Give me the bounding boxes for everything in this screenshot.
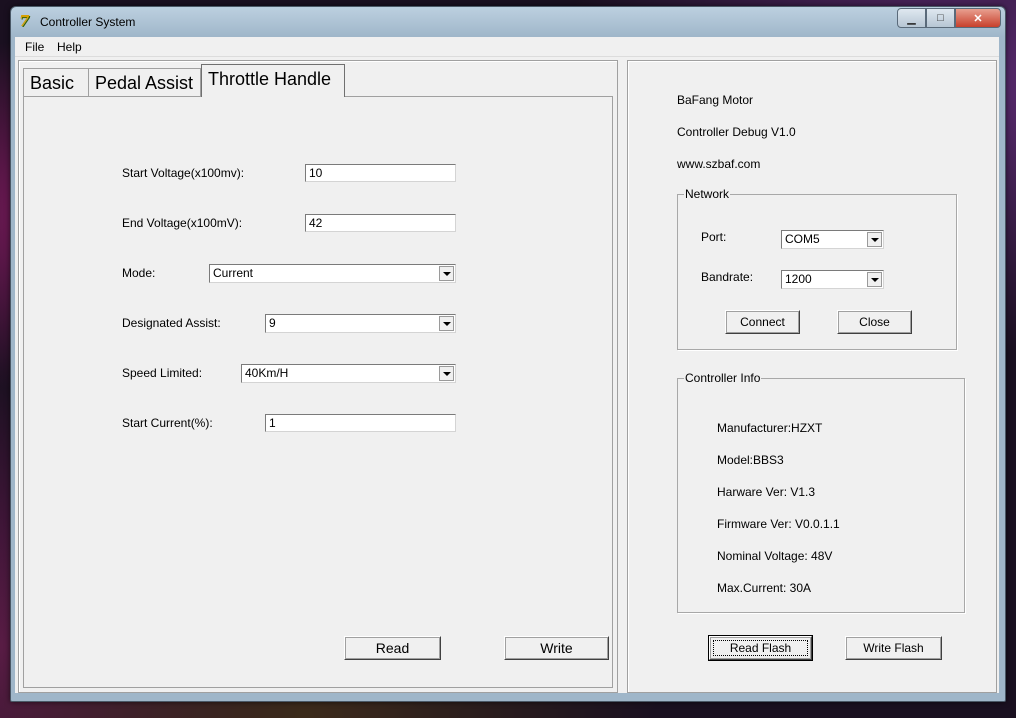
start-voltage-label: Start Voltage(x100mv): bbox=[122, 166, 245, 180]
throttle-handle-page: Start Voltage(x100mv): 10 End Voltage(x1… bbox=[23, 96, 613, 688]
nominal-voltage-text: Nominal Voltage: 48V bbox=[717, 549, 833, 563]
read-button[interactable]: Read bbox=[344, 636, 441, 660]
designated-assist-value: 9 bbox=[269, 316, 276, 330]
mode-select-value: Current bbox=[213, 266, 254, 280]
menu-bar: File Help bbox=[15, 37, 999, 57]
speed-limited-label: Speed Limited: bbox=[122, 366, 203, 380]
window-controls: ▁ □ ✕ bbox=[897, 8, 1001, 28]
chevron-down-icon[interactable] bbox=[439, 316, 454, 331]
title-bar[interactable]: 7 Controller System ▁ □ ✕ bbox=[11, 7, 1005, 37]
port-value: COM5 bbox=[785, 232, 820, 246]
tab-throttle-handle[interactable]: Throttle Handle bbox=[201, 64, 345, 97]
manufacturer-text: Manufacturer:HZXT bbox=[717, 421, 823, 435]
menu-help[interactable]: Help bbox=[57, 40, 82, 54]
start-current-label: Start Current(%): bbox=[122, 416, 213, 430]
write-button[interactable]: Write bbox=[504, 636, 609, 660]
connection-panel: BaFang Motor Controller Debug V1.0 www.s… bbox=[627, 60, 997, 693]
menu-file[interactable]: File bbox=[25, 40, 44, 54]
speed-limited-select[interactable]: 40Km/H bbox=[241, 364, 456, 383]
end-voltage-field[interactable]: 42 bbox=[305, 214, 456, 232]
chevron-down-icon[interactable] bbox=[867, 272, 882, 287]
controller-info-group: Controller Info Manufacturer:HZXT Model:… bbox=[677, 371, 965, 613]
chevron-down-icon[interactable] bbox=[867, 232, 882, 247]
close-icon: ✕ bbox=[973, 12, 983, 25]
close-port-button[interactable]: Close bbox=[837, 310, 912, 334]
company-name: BaFang Motor bbox=[677, 93, 754, 107]
designated-assist-select[interactable]: 9 bbox=[265, 314, 456, 333]
speed-limited-value: 40Km/H bbox=[245, 366, 289, 380]
bandrate-select[interactable]: 1200 bbox=[781, 270, 884, 289]
maximize-icon: □ bbox=[937, 12, 944, 24]
app-version: Controller Debug V1.0 bbox=[677, 125, 796, 139]
bandrate-label: Bandrate: bbox=[701, 270, 754, 284]
hardware-version-text: Harware Ver: V1.3 bbox=[717, 485, 816, 499]
max-current-text: Max.Current: 30A bbox=[717, 581, 812, 595]
tab-pedal-assist[interactable]: Pedal Assist bbox=[88, 68, 201, 96]
controller-info-title: Controller Info bbox=[684, 371, 762, 385]
port-select[interactable]: COM5 bbox=[781, 230, 884, 249]
firmware-version-text: Firmware Ver: V0.0.1.1 bbox=[717, 517, 840, 531]
chevron-down-icon[interactable] bbox=[439, 366, 454, 381]
client-area: Basic Pedal Assist Throttle Handle Start… bbox=[15, 57, 999, 693]
app-window: 7 Controller System ▁ □ ✕ File Help Basi… bbox=[10, 6, 1006, 702]
network-group: Network Port: COM5 Bandrate: 1200 Connec… bbox=[677, 187, 957, 350]
minimize-button[interactable]: ▁ bbox=[897, 8, 926, 28]
network-group-title: Network bbox=[684, 187, 731, 201]
maximize-button[interactable]: □ bbox=[926, 8, 955, 28]
designated-assist-label: Designated Assist: bbox=[122, 316, 221, 330]
mode-label: Mode: bbox=[122, 266, 156, 280]
end-voltage-label: End Voltage(x100mV): bbox=[122, 216, 243, 230]
close-window-button[interactable]: ✕ bbox=[955, 8, 1001, 28]
start-current-field[interactable]: 1 bbox=[265, 414, 456, 432]
write-flash-button[interactable]: Write Flash bbox=[845, 636, 942, 660]
bandrate-value: 1200 bbox=[785, 272, 812, 286]
settings-panel: Basic Pedal Assist Throttle Handle Start… bbox=[18, 60, 618, 693]
port-label: Port: bbox=[701, 230, 727, 244]
start-voltage-field[interactable]: 10 bbox=[305, 164, 456, 182]
window-title: Controller System bbox=[40, 15, 136, 29]
chevron-down-icon[interactable] bbox=[439, 266, 454, 281]
connect-button[interactable]: Connect bbox=[725, 310, 800, 334]
model-text: Model:BBS3 bbox=[717, 453, 784, 467]
mode-select[interactable]: Current bbox=[209, 264, 456, 283]
app-logo-icon: 7 bbox=[19, 12, 30, 30]
website-link: www.szbaf.com bbox=[677, 157, 761, 171]
read-flash-button[interactable]: Read Flash bbox=[708, 635, 813, 661]
minimize-icon: ▁ bbox=[907, 12, 916, 25]
tab-basic[interactable]: Basic bbox=[23, 68, 89, 96]
